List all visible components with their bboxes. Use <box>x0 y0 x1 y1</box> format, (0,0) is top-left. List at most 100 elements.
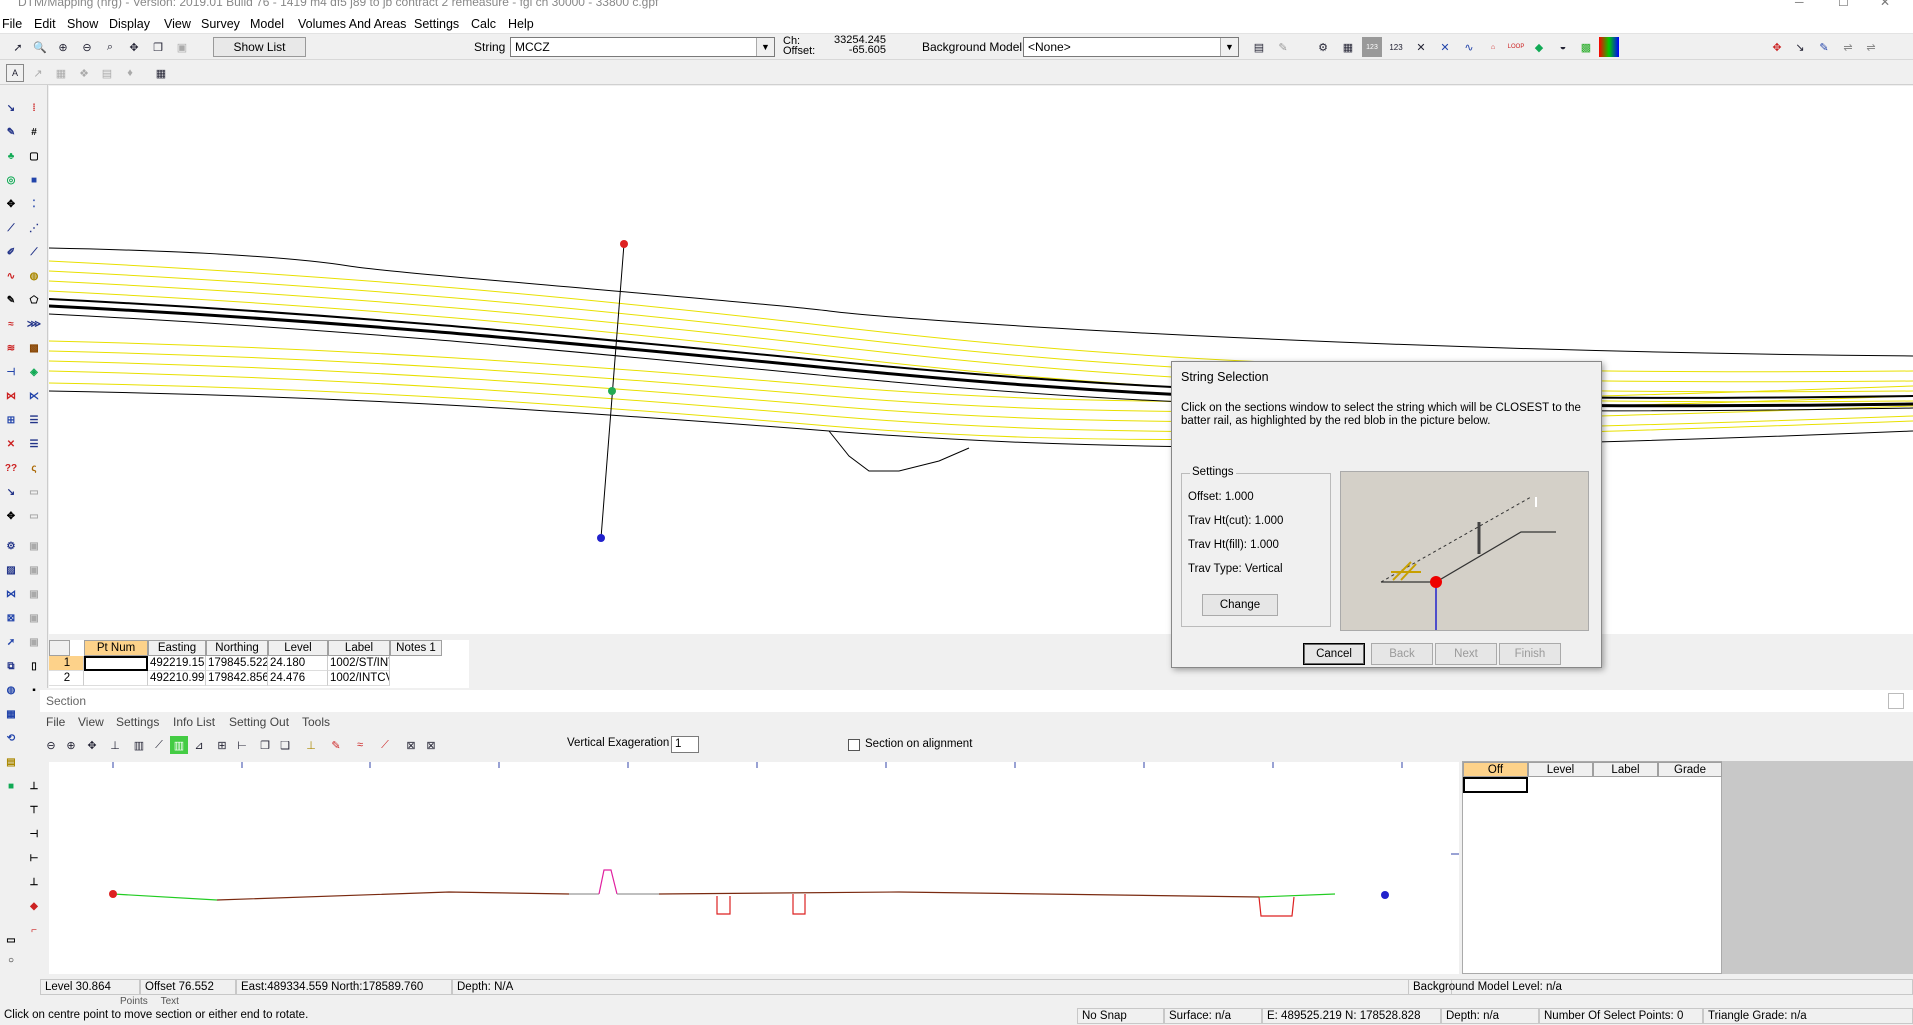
circle-small-icon[interactable]: ○ <box>2 951 20 969</box>
bars-icon[interactable]: ☰ <box>25 411 43 429</box>
menu-show[interactable]: Show <box>67 17 98 31</box>
string-select[interactable]: MCCZ ▼ <box>510 37 775 57</box>
zoom-window-icon[interactable]: ⌕ <box>100 37 120 57</box>
menu-edit[interactable]: Edit <box>34 17 56 31</box>
house-icon[interactable]: ⌂ <box>1483 37 1503 57</box>
section-close-icon[interactable] <box>1888 693 1904 709</box>
mesh-icon[interactable]: ⋈ <box>2 585 20 603</box>
spiral2-icon[interactable]: ◍ <box>2 681 20 699</box>
section-menu-file[interactable]: File <box>46 715 65 729</box>
layers-icon[interactable]: ▣ <box>172 37 192 57</box>
section-menu-setting-out[interactable]: Setting Out <box>229 715 289 729</box>
cross2-icon[interactable]: ⊠ <box>422 736 440 754</box>
bulb-icon[interactable]: ♦ <box>121 64 139 82</box>
maximize-button[interactable]: ☐ <box>1838 0 1849 9</box>
span-icon[interactable]: ⊢ <box>233 736 251 754</box>
box-icon[interactable]: ▢ <box>25 147 43 165</box>
clip-icon[interactable]: ⊠ <box>2 609 20 627</box>
menu-survey[interactable]: Survey <box>201 17 240 31</box>
pan-icon[interactable]: ✥ <box>124 37 144 57</box>
copy-icon[interactable]: ❐ <box>256 736 274 754</box>
col-level[interactable]: Level <box>1528 762 1593 777</box>
col-notes[interactable]: Notes 1 <box>390 640 442 656</box>
measure-icon[interactable]: ↗ <box>29 64 47 82</box>
change-button[interactable]: Change <box>1202 594 1278 616</box>
disabled-tool4-icon[interactable]: ▣ <box>25 561 43 579</box>
table-cell[interactable]: 492210.991 <box>148 671 206 686</box>
table-cell[interactable]: 1002/INTCV <box>328 671 390 686</box>
next-button[interactable]: Next <box>1435 643 1497 665</box>
finish-button[interactable]: Finish <box>1499 643 1561 665</box>
pen-icon[interactable]: ✎ <box>1814 37 1834 57</box>
hook-icon[interactable]: ς <box>25 459 43 477</box>
plan-view-canvas[interactable] <box>48 86 1913 634</box>
paste-icon[interactable]: ❑ <box>276 736 294 754</box>
move-tool-icon[interactable]: ✥ <box>2 195 20 213</box>
zigzag-icon[interactable]: ⋙ <box>25 315 43 333</box>
disabled-tool6-icon[interactable]: ▣ <box>25 609 43 627</box>
section-menu-tools[interactable]: Tools <box>302 715 330 729</box>
pencil-icon[interactable]: ✎ <box>2 123 20 141</box>
circle-tool-icon[interactable]: ◎ <box>2 171 20 189</box>
cross-icon[interactable]: ✕ <box>1411 37 1431 57</box>
menu-calc[interactable]: Calc <box>471 17 496 31</box>
table-cell[interactable]: 179845.522 <box>206 656 268 671</box>
col-label[interactable]: Label <box>1593 762 1658 777</box>
note-icon[interactable]: ▤ <box>2 753 20 771</box>
grid-icon[interactable]: ▩ <box>1576 37 1596 57</box>
disabled-tool7-icon[interactable]: ▣ <box>25 633 43 651</box>
arrow-z-icon[interactable]: ↘ <box>1790 37 1810 57</box>
gear-tool-icon[interactable]: ⚙ <box>2 537 20 555</box>
text-icon[interactable]: A <box>6 64 24 82</box>
fill-icon[interactable]: ■ <box>25 171 43 189</box>
select-icon[interactable]: ➚ <box>2 633 20 651</box>
delete-icon[interactable]: ✕ <box>2 435 20 453</box>
table-cell[interactable]: 24.476 <box>268 671 328 686</box>
section-centre-green[interactable] <box>608 387 616 395</box>
table-cell[interactable]: 179842.856 <box>206 671 268 686</box>
section-on-alignment-checkbox[interactable] <box>848 739 860 751</box>
zoom-in-icon[interactable]: ⊕ <box>62 736 80 754</box>
section-menu-settings[interactable]: Settings <box>116 715 159 729</box>
col-grade[interactable]: Grade <box>1658 762 1722 777</box>
pointer-icon[interactable]: ➚ <box>8 37 28 57</box>
grid2-icon[interactable]: ▦ <box>52 64 70 82</box>
section-profile-canvas[interactable] <box>49 762 1459 974</box>
cross-icon[interactable]: ⊠ <box>402 736 420 754</box>
disabled-tool5-icon[interactable]: ▣ <box>25 585 43 603</box>
ruler-icon[interactable]: ⊞ <box>2 411 20 429</box>
pen3-icon[interactable]: ✎ <box>2 291 20 309</box>
terrain-icon[interactable]: ◒ <box>1553 37 1573 57</box>
menu-file[interactable]: File <box>2 17 22 31</box>
dashed-icon[interactable]: ⋰ <box>25 219 43 237</box>
tree-icon[interactable]: ♣ <box>2 147 20 165</box>
polygon-icon[interactable]: ⬠ <box>25 291 43 309</box>
line3-icon[interactable]: ⟋ <box>25 243 43 261</box>
wave-icon[interactable]: ∿ <box>1459 37 1479 57</box>
background-model-select[interactable]: <None> ▼ <box>1023 37 1239 57</box>
hill-icon[interactable]: ◆ <box>1529 37 1549 57</box>
brush-icon[interactable]: ✎ <box>1273 37 1293 57</box>
menu-volumes-and-areas[interactable]: Volumes And Areas <box>298 17 406 31</box>
zoom-in-icon[interactable]: ⊕ <box>53 37 73 57</box>
pan-icon[interactable]: ✥ <box>83 736 101 754</box>
tab-points[interactable]: Points <box>120 996 148 1007</box>
close-button[interactable]: ✕ <box>1880 0 1890 9</box>
wave2-icon[interactable]: ≈ <box>2 315 20 333</box>
tools-icon[interactable]: ⇌ <box>1838 37 1858 57</box>
square-green-icon[interactable]: ■ <box>2 777 20 795</box>
menu-help[interactable]: Help <box>508 17 534 31</box>
query-icon[interactable]: ?? <box>2 459 20 477</box>
pen2-icon[interactable]: ✐ <box>2 243 20 261</box>
wave-icon[interactable]: ≈ <box>351 736 369 754</box>
section-right-end[interactable] <box>1381 891 1389 899</box>
table-cell[interactable]: 492219.159 <box>148 656 206 671</box>
zoom-icon[interactable]: 🔍 <box>30 37 50 57</box>
texture-icon[interactable]: ▩ <box>25 339 43 357</box>
model-tools-icon[interactable]: ⚙ <box>1313 37 1333 57</box>
copy-icon[interactable]: ❐ <box>148 37 168 57</box>
tab-text[interactable]: Text <box>161 996 179 1007</box>
bars-icon[interactable]: ▥ <box>130 736 148 754</box>
zoom-out-icon[interactable]: ⊖ <box>42 736 60 754</box>
section-end-blue[interactable] <box>597 534 605 542</box>
